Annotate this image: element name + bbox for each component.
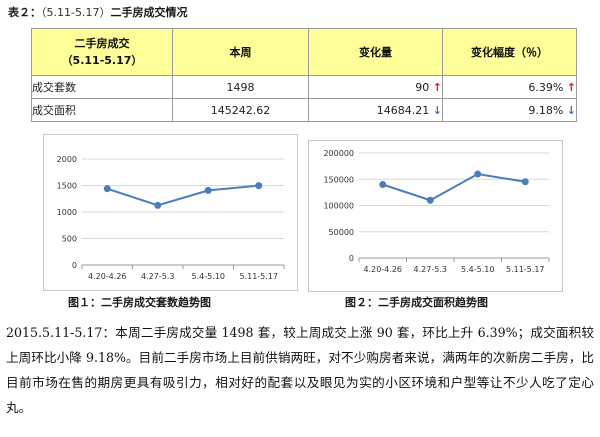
y-tick-label: 0 <box>72 261 77 270</box>
header-col3: 变化量 <box>308 28 443 76</box>
chart-units-svg: 0 500 1000 1500 2000 4.20-4.26 4.27-5.3 5.4-5.1… <box>57 155 285 281</box>
x-tick-label: 4.20-4.26 <box>363 265 402 274</box>
arrow-up-icon: ↑ <box>566 80 576 94</box>
row-label: 成交套数 <box>31 75 173 99</box>
change-value: 90 <box>415 80 430 94</box>
header-col2: 本周 <box>172 28 309 76</box>
caption-prefix: 表２： <box>8 6 41 19</box>
data-point <box>255 182 263 190</box>
chart-units-trend: 0 500 1000 1500 2000 4.20-4.26 4.27-5.3 5.4-5.1… <box>43 134 298 291</box>
y-tick-label: 150000 <box>323 175 354 184</box>
row-pct: 6.39% ↑ <box>442 75 577 99</box>
series-line <box>106 184 259 207</box>
pct-value: 9.18% <box>528 103 564 117</box>
table-header-row: 二手房成交 （5.11-5.17） 本周 变化量 变化幅度（％） <box>31 28 577 76</box>
chart-area-svg: 0 50000 100000 150000 200000 4.20-4.26 4.27-5.… <box>323 149 550 274</box>
header-col4: 变化幅度（％） <box>442 28 577 76</box>
header-col1-line2: （5.11-5.17） <box>61 54 143 67</box>
data-point <box>204 186 212 194</box>
y-tick-label: 100000 <box>323 202 354 211</box>
data-point <box>521 178 529 186</box>
x-tick-label: 4.20-4.26 <box>88 272 127 281</box>
row-this-week: 145242.62 <box>172 98 309 122</box>
header-col1: 二手房成交 （5.11-5.17） <box>31 28 173 76</box>
data-point <box>103 185 111 193</box>
x-tick-label: 5.4-5.10 <box>192 272 225 281</box>
data-point <box>474 170 482 178</box>
x-tick-label: 5.4-5.10 <box>461 265 494 274</box>
row-this-week: 1498 <box>172 75 309 99</box>
series-line <box>382 172 526 202</box>
row-label: 成交面积 <box>31 98 173 122</box>
y-tick-label: 50000 <box>329 228 354 237</box>
y-tick-label: 2000 <box>57 155 77 164</box>
x-tick-label: 4.27-5.3 <box>414 265 447 274</box>
data-point <box>379 181 387 188</box>
arrow-up-icon: ↑ <box>432 80 442 94</box>
data-point <box>426 196 434 204</box>
x-tick-label: 5.11-5.17 <box>239 272 278 281</box>
stats-table: 二手房成交 （5.11-5.17） 本周 变化量 变化幅度（％） 成交套数 14… <box>31 28 577 122</box>
row-change: 90 ↑ <box>308 75 443 99</box>
table-row: 成交面积 145242.62 14684.21 ↓ 9.18% ↓ <box>31 98 577 122</box>
table-row: 成交套数 1498 90 ↑ 6.39% ↑ <box>31 75 577 99</box>
chart-area-trend: 0 50000 100000 150000 200000 4.20-4.26 4.27-5.… <box>308 140 563 292</box>
row-pct: 9.18% ↓ <box>442 98 577 122</box>
y-tick-label: 0 <box>349 254 354 263</box>
caption-title: 二手房成交情况 <box>110 6 188 19</box>
y-tick-label: 1500 <box>57 182 77 191</box>
x-tick-label: 5.11-5.17 <box>506 265 545 274</box>
x-tick-label: 4.27-5.3 <box>141 272 174 281</box>
chart1-caption: 图１：二手房成交套数趋势图 <box>68 296 211 309</box>
pct-value: 6.39% <box>528 80 564 94</box>
chart2-caption: 图２：二手房成交面积趋势图 <box>345 296 488 309</box>
row-change: 14684.21 ↓ <box>308 98 443 122</box>
header-col1-line1: 二手房成交 <box>74 37 130 50</box>
y-tick-label: 1000 <box>57 208 77 217</box>
arrow-down-icon: ↓ <box>566 103 576 117</box>
summary-text: 2015.5.11-5.17：本周二手房成交量 1498 套，较上周成交上涨 9… <box>6 325 594 415</box>
caption-range: （5.11-5.17） <box>41 6 111 19</box>
arrow-down-icon: ↓ <box>432 103 442 117</box>
summary-paragraph: 2015.5.11-5.17：本周二手房成交量 1498 套，较上周成交上涨 9… <box>6 320 594 420</box>
table-caption: 表２：（5.11-5.17）二手房成交情况 <box>8 4 187 20</box>
y-tick-label: 500 <box>62 235 77 244</box>
change-value: 14684.21 <box>376 103 430 117</box>
data-point <box>154 201 162 209</box>
y-tick-label: 200000 <box>323 149 354 158</box>
